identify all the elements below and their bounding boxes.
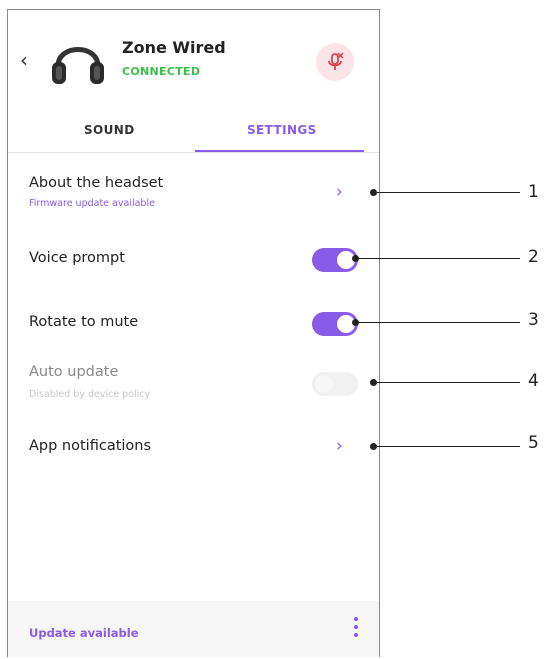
voice-prompt-row: Voice prompt [8, 238, 379, 286]
connection-status: CONNECTED [122, 65, 201, 78]
chevron-right-icon: › [336, 182, 343, 202]
firmware-update-note: Firmware update available [29, 198, 155, 209]
auto-update-label: Auto update [29, 364, 119, 380]
toggle-knob [315, 375, 333, 393]
callout-number-1: 1 [528, 182, 539, 202]
update-available-link[interactable]: Update available [29, 626, 139, 640]
header: ‹ Zone Wired CONNECTED SOUND SETTINGS [8, 10, 379, 160]
about-headset-label: About the headset [29, 175, 164, 191]
tab-settings[interactable]: SETTINGS [247, 123, 317, 137]
device-name: Zone Wired [122, 38, 226, 57]
rotate-to-mute-toggle[interactable] [312, 312, 358, 336]
chevron-right-icon: › [336, 436, 343, 456]
app-window: ‹ Zone Wired CONNECTED SOUND SETTINGS Ab… [7, 9, 380, 657]
more-vertical-icon-dot [354, 633, 358, 637]
callout-line [374, 192, 520, 193]
auto-update-policy-note: Disabled by device policy [29, 389, 151, 400]
back-button[interactable]: ‹ [20, 48, 28, 72]
callout-number-4: 4 [528, 371, 539, 391]
callout-line [356, 258, 520, 259]
callout-number-5: 5 [528, 433, 539, 453]
more-vertical-icon [354, 617, 358, 621]
app-notifications-label: App notifications [29, 438, 152, 454]
callout-line [374, 446, 520, 447]
tab-divider [8, 152, 379, 153]
callout-number-2: 2 [528, 247, 539, 267]
app-notifications-row[interactable]: App notifications › [8, 428, 379, 476]
about-headset-row[interactable]: About the headset Firmware update availa… [8, 170, 379, 218]
microphone-muted-icon [328, 52, 344, 70]
callout-line [374, 382, 520, 383]
callout-line [356, 322, 520, 323]
more-options-button[interactable] [349, 615, 363, 639]
chevron-left-icon: ‹ [20, 48, 28, 72]
footer-bar: Update available [8, 601, 379, 657]
auto-update-toggle [312, 372, 358, 396]
mic-mute-button[interactable] [316, 43, 354, 81]
tab-sound[interactable]: SOUND [84, 123, 135, 137]
callout-number-3: 3 [528, 310, 539, 330]
rotate-to-mute-label: Rotate to mute [29, 314, 139, 330]
headset-icon [52, 47, 104, 84]
auto-update-row: Auto update Disabled by device policy [8, 362, 379, 410]
more-vertical-icon-dot [354, 625, 358, 629]
voice-prompt-toggle[interactable] [312, 248, 358, 272]
voice-prompt-label: Voice prompt [29, 250, 125, 266]
rotate-to-mute-row: Rotate to mute [8, 302, 379, 350]
